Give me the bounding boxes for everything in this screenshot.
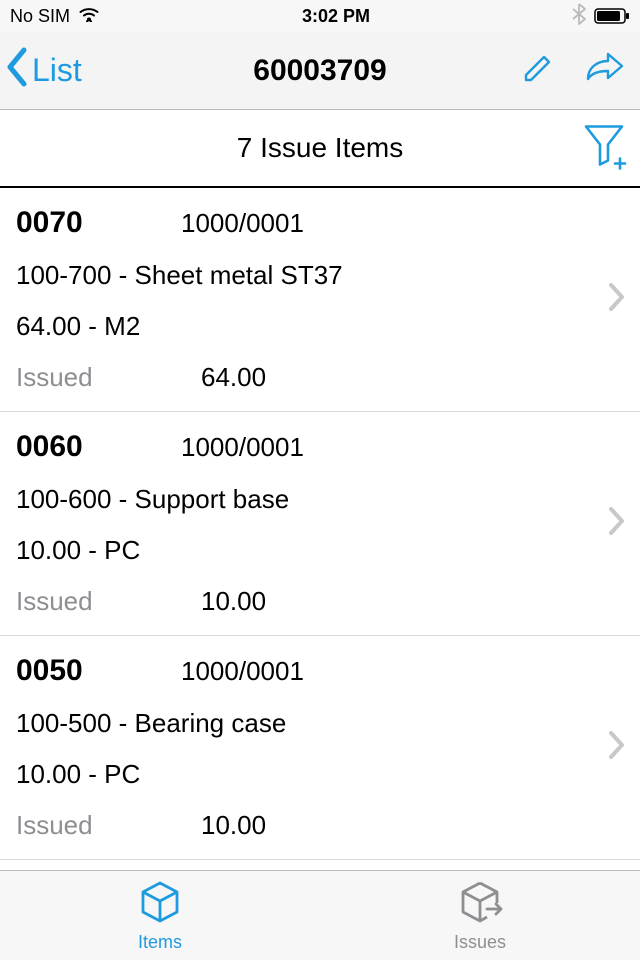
item-quantity: 10.00 - PC xyxy=(16,535,624,566)
issued-value: 64.00 xyxy=(201,362,266,393)
tab-items-label: Items xyxy=(138,932,182,953)
item-ref: 1000/0001 xyxy=(181,432,304,463)
carrier-text: No SIM xyxy=(10,6,70,27)
filter-add-button[interactable] xyxy=(582,121,630,176)
edit-button[interactable] xyxy=(520,50,556,91)
nav-bar: List 60003709 xyxy=(0,32,640,110)
issued-value: 10.00 xyxy=(201,586,266,617)
bluetooth-icon xyxy=(572,3,586,30)
item-description: 100-600 - Support base xyxy=(16,484,624,515)
chevron-right-icon xyxy=(608,279,626,321)
box-icon xyxy=(137,879,183,930)
status-bar: No SIM 3:02 PM xyxy=(0,0,640,32)
issued-label: Issued xyxy=(16,810,201,841)
box-arrow-icon xyxy=(457,879,503,930)
item-ref: 1000/0001 xyxy=(181,656,304,687)
issued-label: Issued xyxy=(16,362,201,393)
item-quantity: 64.00 - M2 xyxy=(16,311,624,342)
chevron-left-icon xyxy=(4,46,30,96)
items-list: 0070 1000/0001 100-700 - Sheet metal ST3… xyxy=(0,188,640,860)
battery-icon xyxy=(594,8,630,24)
list-item[interactable]: 0060 1000/0001 100-600 - Support base 10… xyxy=(0,412,640,636)
item-description: 100-500 - Bearing case xyxy=(16,708,624,739)
page-title: 60003709 xyxy=(253,54,386,88)
item-id: 0070 xyxy=(16,206,181,240)
tab-bar: Items Issues xyxy=(0,870,640,960)
list-item[interactable]: 0070 1000/0001 100-700 - Sheet metal ST3… xyxy=(0,188,640,412)
issued-label: Issued xyxy=(16,586,201,617)
item-description: 100-700 - Sheet metal ST37 xyxy=(16,260,624,291)
item-id: 0050 xyxy=(16,654,181,688)
tab-items[interactable]: Items xyxy=(0,871,320,960)
tab-issues[interactable]: Issues xyxy=(320,871,640,960)
tab-issues-label: Issues xyxy=(454,932,506,953)
back-button[interactable]: List xyxy=(4,46,82,96)
wifi-icon xyxy=(78,6,100,27)
issued-value: 10.00 xyxy=(201,810,266,841)
back-label: List xyxy=(32,52,82,89)
item-quantity: 10.00 - PC xyxy=(16,759,624,790)
chevron-right-icon xyxy=(608,727,626,769)
subheader: 7 Issue Items xyxy=(0,110,640,188)
item-ref: 1000/0001 xyxy=(181,208,304,239)
clock-text: 3:02 PM xyxy=(302,6,370,27)
share-button[interactable] xyxy=(584,51,626,90)
item-id: 0060 xyxy=(16,430,181,464)
subheader-title: 7 Issue Items xyxy=(237,132,404,164)
list-item[interactable]: 0050 1000/0001 100-500 - Bearing case 10… xyxy=(0,636,640,860)
chevron-right-icon xyxy=(608,503,626,545)
